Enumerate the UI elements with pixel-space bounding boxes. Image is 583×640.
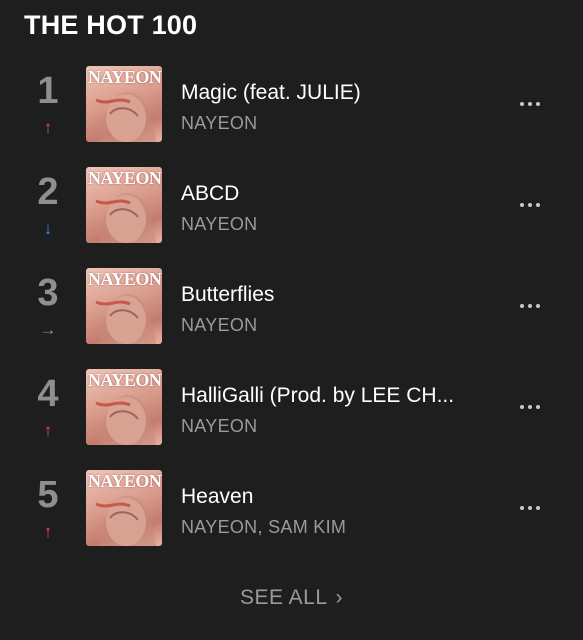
album-art-logo: NAYEON	[88, 269, 162, 289]
chart-list: 1 ↑ NAYEON Magic (feat. JULIE) NAYEON 2 …	[0, 66, 583, 571]
album-art[interactable]: NAYEON	[86, 470, 162, 546]
song-title[interactable]: Magic (feat. JULIE)	[181, 81, 491, 105]
arrow-up-icon: ↑	[43, 522, 53, 541]
album-art[interactable]: NAYEON	[86, 66, 162, 142]
album-art-logo: NAYEON	[88, 370, 162, 390]
album-art-logo: NAYEON	[88, 168, 162, 188]
rank-number: 5	[37, 474, 59, 516]
chevron-right-icon: ›	[335, 586, 344, 609]
rank-number: 1	[37, 70, 59, 112]
chart-row[interactable]: 1 ↑ NAYEON Magic (feat. JULIE) NAYEON	[0, 66, 583, 167]
section-title: THE HOT 100	[24, 10, 198, 40]
chart-row[interactable]: 3 → NAYEON Butterflies NAYEON	[0, 268, 583, 369]
arrow-down-icon: ↓	[43, 219, 53, 238]
chart-row[interactable]: 2 ↓ NAYEON ABCD NAYEON	[0, 167, 583, 268]
album-art[interactable]: NAYEON	[86, 167, 162, 243]
see-all-button[interactable]: SEE ALL ›	[0, 586, 583, 610]
artist-name[interactable]: NAYEON	[181, 214, 481, 235]
ellipsis-icon[interactable]	[510, 94, 550, 114]
artist-name[interactable]: NAYEON, SAM KIM	[181, 517, 481, 538]
album-art-logo: NAYEON	[88, 471, 162, 491]
artist-name[interactable]: NAYEON	[181, 315, 481, 336]
artist-name[interactable]: NAYEON	[181, 113, 481, 134]
ellipsis-icon[interactable]	[510, 498, 550, 518]
artist-name[interactable]: NAYEON	[181, 416, 481, 437]
album-art-logo: NAYEON	[88, 67, 162, 87]
song-title[interactable]: HalliGalli (Prod. by LEE CH...	[181, 384, 491, 408]
song-title[interactable]: Butterflies	[181, 283, 491, 307]
rank-number: 2	[37, 171, 59, 213]
chart-row[interactable]: 4 ↑ NAYEON HalliGalli (Prod. by LEE CH..…	[0, 369, 583, 470]
arrow-up-icon: ↑	[43, 421, 53, 440]
song-title[interactable]: ABCD	[181, 182, 491, 206]
rank-number: 4	[37, 373, 59, 415]
album-art[interactable]: NAYEON	[86, 268, 162, 344]
song-title[interactable]: Heaven	[181, 485, 491, 509]
chart-row[interactable]: 5 ↑ NAYEON Heaven NAYEON, SAM KIM	[0, 470, 583, 571]
ellipsis-icon[interactable]	[510, 296, 550, 316]
ellipsis-icon[interactable]	[510, 195, 550, 215]
rank-number: 3	[37, 272, 59, 314]
album-art[interactable]: NAYEON	[86, 369, 162, 445]
see-all-label: SEE ALL	[239, 586, 328, 609]
ellipsis-icon[interactable]	[510, 397, 550, 417]
arrow-up-icon: ↑	[43, 118, 53, 137]
arrow-right-icon: →	[39, 320, 57, 339]
